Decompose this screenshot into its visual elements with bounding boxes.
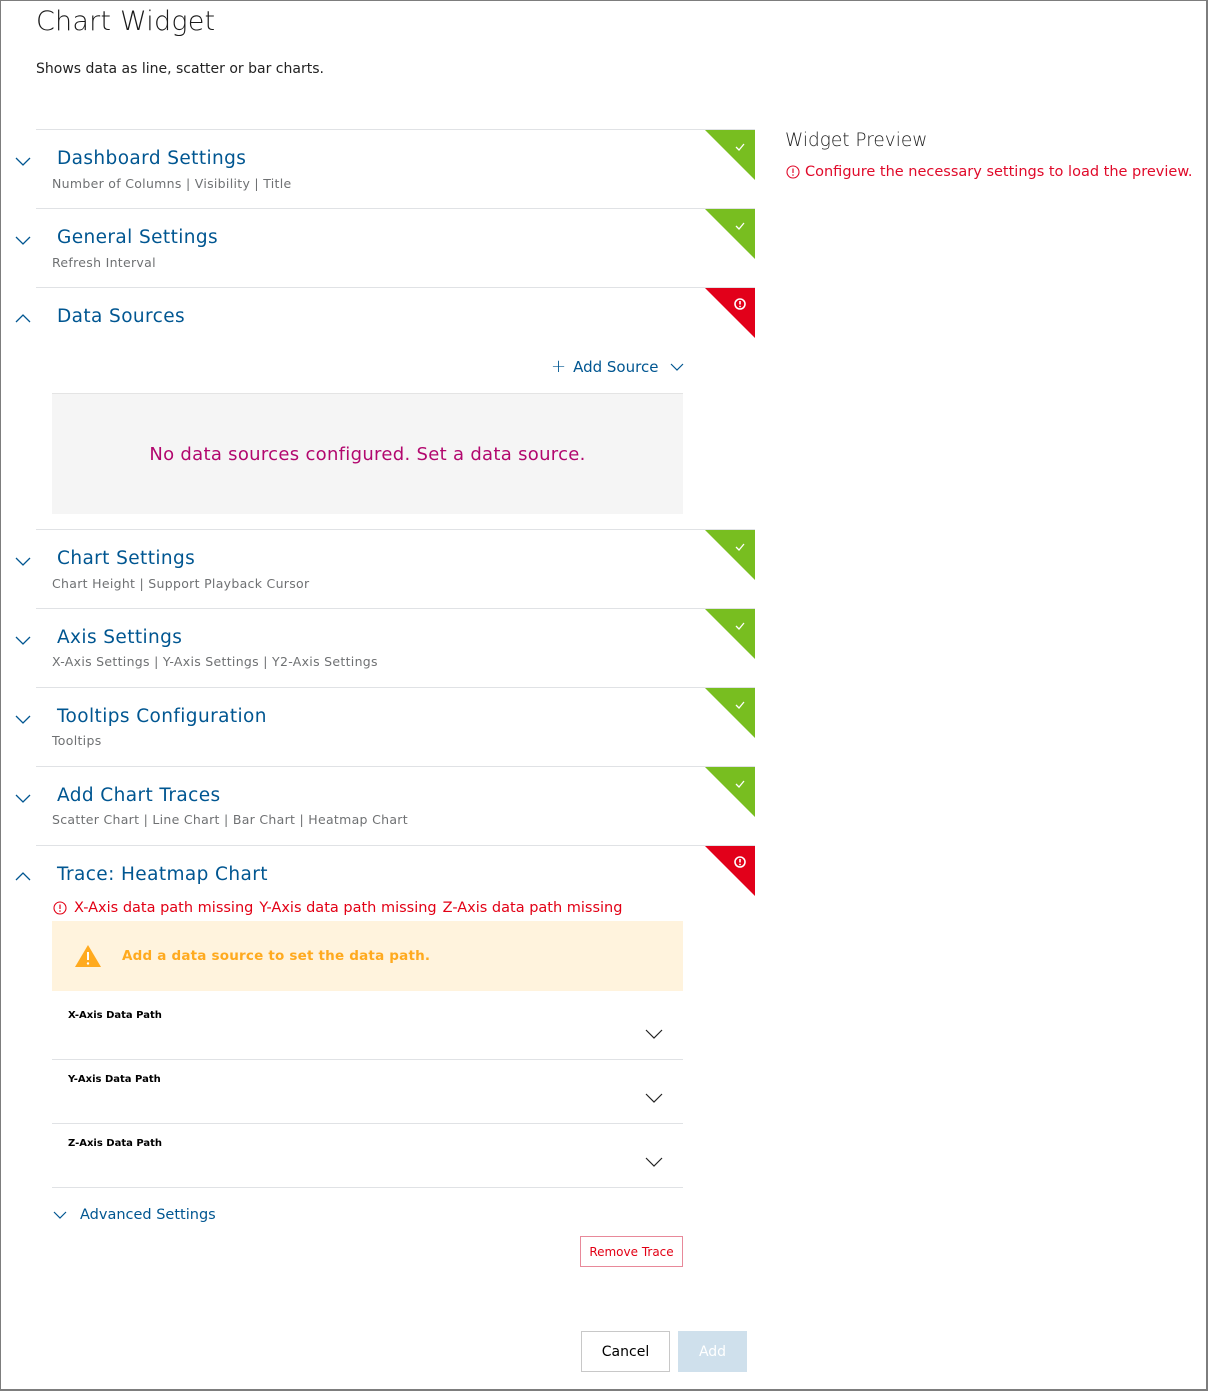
trace-error-list: X-Axis data path missing Y-Axis data path…	[52, 900, 628, 916]
section-title[interactable]: General Settings	[57, 227, 218, 248]
error-y-axis: Y-Axis data path missing	[259, 900, 437, 916]
warning-triangle-icon	[75, 945, 101, 967]
chevron-up-icon[interactable]	[14, 868, 32, 886]
cancel-button[interactable]: Cancel	[581, 1331, 670, 1372]
chevron-down-icon[interactable]	[14, 710, 32, 728]
section-add-chart-traces[interactable]: Add Chart Traces Scatter Chart | Line Ch…	[15, 766, 755, 845]
error-x-axis: X-Axis data path missing	[74, 900, 254, 916]
section-trace-heatmap-chart[interactable]: Trace: Heatmap Chart	[15, 845, 755, 905]
section-subtitle: Tooltips	[52, 733, 102, 748]
check-icon	[705, 130, 755, 180]
chevron-up-icon[interactable]	[14, 310, 32, 328]
data-sources-empty-state: No data sources configured. Set a data s…	[52, 393, 683, 514]
preview-message-text: Configure the necessary settings to load…	[805, 164, 1193, 180]
section-subtitle: Number of Columns | Visibility | Title	[52, 176, 292, 191]
status-badge-valid	[705, 609, 755, 659]
error-circle-icon	[786, 165, 800, 179]
section-chart-settings[interactable]: Chart Settings Chart Height | Support Pl…	[15, 529, 755, 608]
chevron-down-icon	[53, 1211, 67, 1219]
section-title[interactable]: Add Chart Traces	[57, 785, 221, 806]
chevron-down-icon[interactable]	[14, 231, 32, 249]
warning-notification: Add a data source to set the data path.	[52, 921, 683, 991]
section-subtitle: Refresh Interval	[52, 255, 156, 270]
section-axis-settings[interactable]: Axis Settings X-Axis Settings | Y-Axis S…	[15, 608, 755, 687]
check-icon	[705, 688, 755, 738]
widget-preview-title: Widget Preview	[785, 130, 928, 151]
check-icon	[705, 609, 755, 659]
chevron-down-icon[interactable]	[645, 1156, 663, 1168]
chevron-down-icon[interactable]	[645, 1028, 663, 1040]
section-title[interactable]: Trace: Heatmap Chart	[57, 864, 268, 885]
section-subtitle: Chart Height | Support Playback Cursor	[52, 576, 310, 591]
advanced-settings-toggle[interactable]: Advanced Settings	[52, 1207, 216, 1223]
plus-icon: +	[551, 356, 567, 377]
field-label: Z-Axis Data Path	[68, 1138, 163, 1149]
section-title[interactable]: Chart Settings	[57, 548, 195, 569]
add-source-button[interactable]: + Add Source	[551, 356, 658, 377]
status-badge-error	[705, 288, 755, 338]
remove-trace-button[interactable]: Remove Trace	[580, 1236, 683, 1267]
status-badge-error	[705, 846, 755, 896]
chevron-down-icon[interactable]	[14, 552, 32, 570]
section-title[interactable]: Axis Settings	[57, 627, 182, 648]
section-title[interactable]: Data Sources	[57, 306, 185, 327]
section-title[interactable]: Dashboard Settings	[57, 148, 246, 169]
add-source-label: Add Source	[573, 357, 659, 376]
check-icon	[705, 767, 755, 817]
x-axis-data-path-select[interactable]: X-Axis Data Path	[52, 996, 683, 1060]
check-icon	[705, 209, 755, 259]
chevron-down-icon[interactable]	[14, 152, 32, 170]
z-axis-data-path-select[interactable]: Z-Axis Data Path	[52, 1124, 683, 1188]
section-title[interactable]: Tooltips Configuration	[57, 706, 267, 727]
section-general-settings[interactable]: General Settings Refresh Interval	[15, 208, 755, 287]
field-label: X-Axis Data Path	[68, 1010, 162, 1021]
field-label: Y-Axis Data Path	[68, 1074, 161, 1085]
exclamation-icon	[705, 846, 755, 896]
error-circle-icon	[53, 901, 67, 915]
warning-text: Add a data source to set the data path.	[122, 948, 431, 964]
status-badge-valid	[705, 688, 755, 738]
chevron-down-icon[interactable]	[645, 1092, 663, 1104]
section-subtitle: Scatter Chart | Line Chart | Bar Chart |…	[52, 812, 408, 827]
section-tooltips-configuration[interactable]: Tooltips Configuration Tooltips	[15, 687, 755, 766]
status-badge-valid	[705, 209, 755, 259]
check-icon	[705, 530, 755, 580]
page-subtitle: Shows data as line, scatter or bar chart…	[36, 61, 324, 77]
empty-message: No data sources configured. Set a data s…	[149, 443, 586, 465]
status-badge-valid	[705, 530, 755, 580]
chevron-down-icon[interactable]	[669, 361, 685, 373]
y-axis-data-path-select[interactable]: Y-Axis Data Path	[52, 1060, 683, 1124]
section-dashboard-settings[interactable]: Dashboard Settings Number of Columns | V…	[15, 129, 755, 208]
section-subtitle: X-Axis Settings | Y-Axis Settings | Y2-A…	[52, 654, 378, 669]
add-button[interactable]: Add	[678, 1331, 747, 1372]
page-title: Chart Widget	[36, 6, 216, 37]
status-badge-valid	[705, 767, 755, 817]
chevron-down-icon[interactable]	[14, 631, 32, 649]
chevron-down-icon[interactable]	[14, 789, 32, 807]
exclamation-icon	[705, 288, 755, 338]
error-z-axis: Z-Axis data path missing	[442, 900, 623, 916]
widget-preview-message: Configure the necessary settings to load…	[785, 164, 1192, 180]
advanced-settings-label: Advanced Settings	[80, 1207, 216, 1223]
status-badge-valid	[705, 130, 755, 180]
